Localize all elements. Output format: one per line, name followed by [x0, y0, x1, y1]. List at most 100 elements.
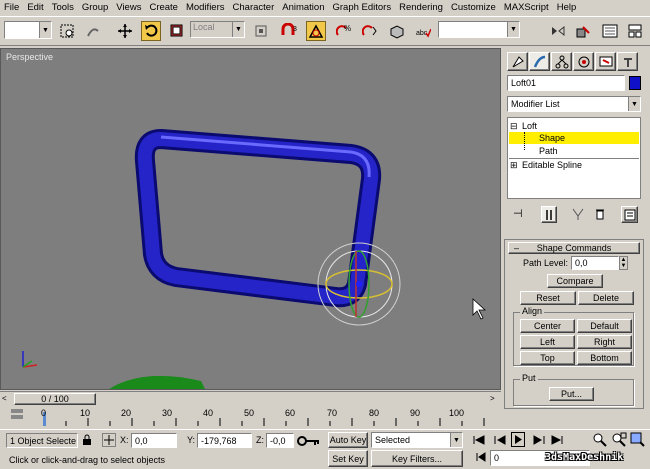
- edit-named-selections-icon[interactable]: [387, 21, 407, 41]
- menu-group[interactable]: Group: [78, 2, 112, 13]
- angle-snap-icon[interactable]: [306, 21, 326, 41]
- configure-modifier-sets-icon[interactable]: [621, 206, 638, 223]
- path-level-field[interactable]: 0,0: [571, 256, 619, 270]
- ground-object: [109, 375, 205, 389]
- reference-coord-dropdown[interactable]: Local ▼: [190, 21, 245, 38]
- zoom-all-icon[interactable]: [611, 432, 627, 448]
- modifier-list-dropdown[interactable]: Modifier List ▼: [507, 96, 641, 112]
- time-slider-prev-icon[interactable]: <: [2, 394, 7, 403]
- align-group: Align Center Default Left Right Top Bott…: [513, 306, 634, 366]
- tick-label-0: 0: [41, 408, 47, 418]
- viewport-scene: [22, 129, 487, 389]
- selection-filter-dropdown[interactable]: ▼: [4, 21, 52, 39]
- align-icon[interactable]: [573, 21, 593, 41]
- menu-create[interactable]: Create: [145, 2, 182, 13]
- time-slider-next-icon[interactable]: >: [490, 394, 495, 403]
- show-end-result-icon[interactable]: [541, 206, 557, 223]
- auto-key-button[interactable]: Auto Key: [328, 432, 368, 448]
- track-bar[interactable]: 0 10 20 30 40 50 60 70 80 90 100: [0, 406, 501, 428]
- key-mode-dropdown[interactable]: Selected ▼: [371, 432, 463, 448]
- next-frame-icon[interactable]: [532, 434, 546, 446]
- previous-frame-icon[interactable]: [493, 434, 507, 446]
- align-left-button[interactable]: Left: [520, 335, 575, 349]
- selection-count: 1 Object Selecte: [10, 435, 77, 446]
- z-coordinate-field[interactable]: -0,0: [266, 433, 294, 448]
- mini-curve-editor-icon[interactable]: [10, 408, 24, 424]
- scale-icon[interactable]: [167, 21, 187, 41]
- time-slider-thumb[interactable]: 0 / 100: [14, 393, 96, 405]
- menu-animation[interactable]: Animation: [278, 2, 328, 13]
- delete-button[interactable]: Delete: [578, 291, 634, 305]
- percent-snap-icon[interactable]: %: [334, 21, 354, 41]
- spinner-snap-icon[interactable]: [360, 21, 380, 41]
- rotate-icon[interactable]: [141, 21, 161, 41]
- tab-utilities-icon[interactable]: [617, 52, 638, 71]
- pivot-center-icon[interactable]: [251, 21, 271, 41]
- move-icon[interactable]: [115, 21, 135, 41]
- set-key-button[interactable]: Set Key: [328, 450, 368, 467]
- menu-file[interactable]: File: [0, 2, 23, 13]
- compare-button[interactable]: Compare: [547, 274, 603, 288]
- align-bottom-button[interactable]: Bottom: [577, 351, 632, 365]
- tab-display-icon[interactable]: [595, 52, 616, 71]
- path-level-spinner[interactable]: ▲ ▼: [619, 256, 628, 270]
- menu-customize[interactable]: Customize: [447, 2, 500, 13]
- menu-edit[interactable]: Edit: [23, 2, 47, 13]
- pin-stack-icon[interactable]: ⊣: [513, 207, 529, 223]
- align-center-button[interactable]: Center: [520, 319, 575, 333]
- mirror-icon[interactable]: [548, 21, 568, 41]
- menu-tools[interactable]: Tools: [48, 2, 78, 13]
- stack-item-path[interactable]: Path: [509, 145, 639, 157]
- key-mode-icon[interactable]: [297, 435, 321, 449]
- tab-modify-icon[interactable]: [529, 52, 550, 71]
- menu-views[interactable]: Views: [112, 2, 145, 13]
- play-icon[interactable]: [511, 432, 525, 447]
- make-unique-icon[interactable]: [571, 207, 587, 223]
- snap-toggle-icon[interactable]: 3: [279, 21, 299, 41]
- go-to-end-icon[interactable]: [550, 434, 564, 446]
- stack-item-loft[interactable]: ⊟ Loft: [510, 120, 638, 132]
- perspective-viewport[interactable]: Perspective: [0, 48, 501, 390]
- remove-modifier-icon[interactable]: [593, 207, 609, 223]
- time-slider-track[interactable]: 0 / 100 < >: [0, 391, 501, 405]
- tab-create-icon[interactable]: [507, 52, 528, 71]
- x-coordinate-field[interactable]: 0,0: [131, 433, 177, 448]
- tab-motion-icon[interactable]: [573, 52, 594, 71]
- object-color-swatch[interactable]: [629, 76, 641, 90]
- tick-label-60: 60: [285, 408, 296, 418]
- menu-modifiers[interactable]: Modifiers: [182, 2, 229, 13]
- bind-space-warp-icon[interactable]: [83, 21, 103, 41]
- go-to-start-icon[interactable]: [472, 434, 486, 446]
- expand-icon[interactable]: ⊞: [510, 160, 522, 171]
- reset-button[interactable]: Reset: [520, 291, 576, 305]
- curve-editor-icon[interactable]: [600, 21, 620, 41]
- put-button[interactable]: Put...: [549, 387, 594, 401]
- tab-hierarchy-icon[interactable]: [551, 52, 572, 71]
- spell-check-icon[interactable]: abc: [413, 21, 433, 41]
- lock-selection-icon[interactable]: [82, 434, 94, 446]
- stack-item-editable-spline[interactable]: ⊞ Editable Spline: [510, 159, 638, 171]
- menu-character[interactable]: Character: [229, 2, 279, 13]
- key-mode-toggle-icon[interactable]: [475, 451, 487, 463]
- rollout-toggle-icon: –: [514, 243, 520, 253]
- zoom-icon[interactable]: [592, 432, 608, 448]
- align-top-button[interactable]: Top: [520, 351, 575, 365]
- absolute-mode-icon[interactable]: [102, 433, 116, 447]
- chevron-down-icon: ▼: [232, 22, 244, 37]
- menu-rendering[interactable]: Rendering: [395, 2, 447, 13]
- collapse-icon[interactable]: ⊟: [510, 121, 522, 132]
- named-selection-set-dropdown[interactable]: ▼: [438, 21, 520, 38]
- rollout-header[interactable]: – Shape Commands: [508, 242, 640, 254]
- y-coordinate-field[interactable]: -179,768: [197, 433, 252, 448]
- align-default-button[interactable]: Default: [577, 319, 632, 333]
- menu-maxscript[interactable]: MAXScript: [500, 2, 553, 13]
- schematic-view-icon[interactable]: [625, 21, 645, 41]
- stack-toolbar: ⊣: [507, 205, 641, 225]
- menu-graph-editors[interactable]: Graph Editors: [328, 2, 395, 13]
- select-region-icon[interactable]: [57, 21, 77, 41]
- menu-help[interactable]: Help: [553, 2, 581, 13]
- object-name-field[interactable]: Loft01: [507, 75, 625, 91]
- align-right-button[interactable]: Right: [577, 335, 632, 349]
- zoom-extents-icon[interactable]: [630, 432, 646, 448]
- key-filters-button[interactable]: Key Filters...: [371, 450, 463, 467]
